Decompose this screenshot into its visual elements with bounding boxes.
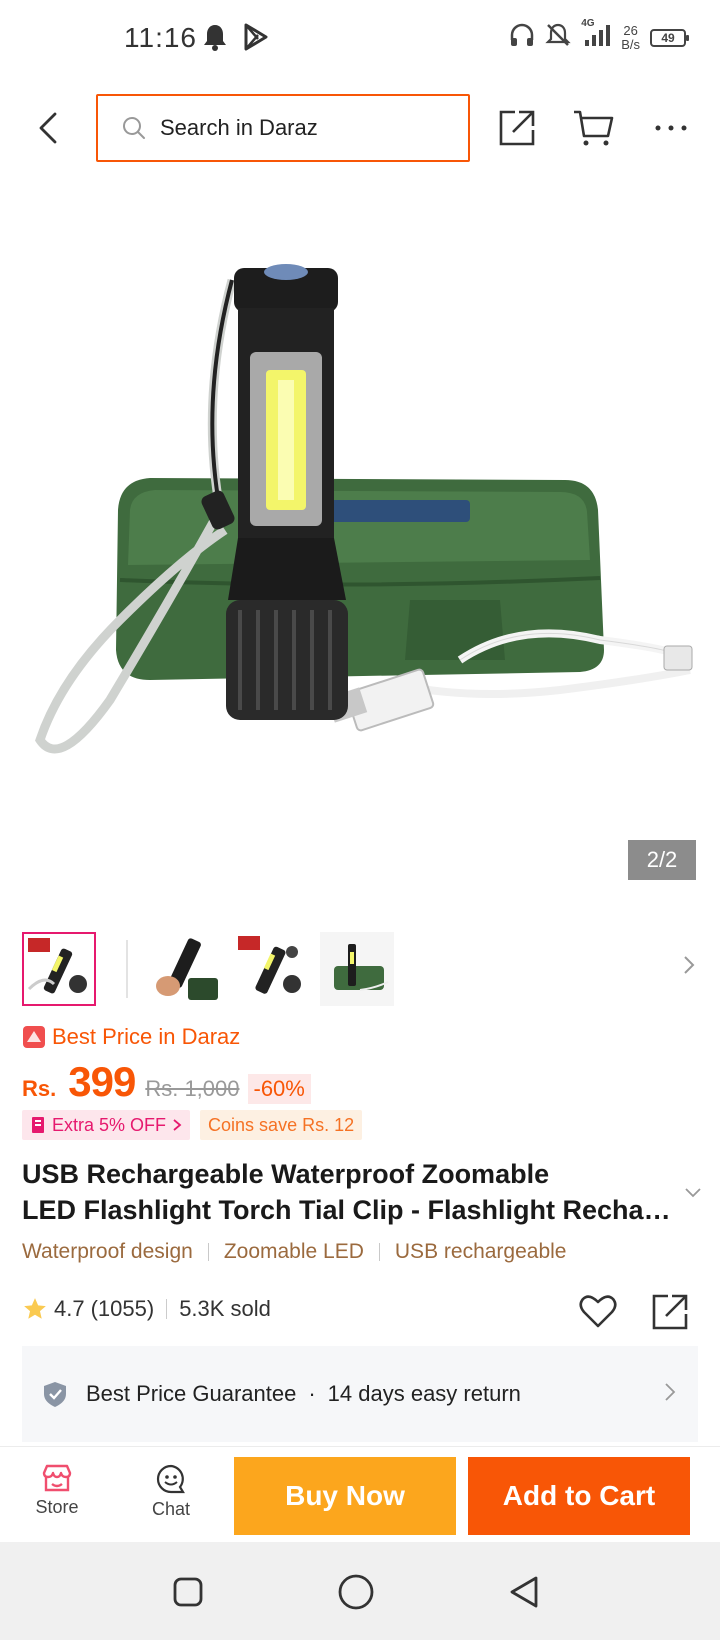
chat-label: Chat — [151, 1499, 191, 1519]
signal-icon: 4G — [581, 18, 611, 53]
search-input[interactable]: Search in Daraz — [96, 94, 470, 162]
sold-count: 5.3K sold — [179, 1296, 271, 1321]
more-icon — [655, 125, 687, 131]
search-placeholder: Search in Daraz — [160, 115, 318, 140]
square-icon — [173, 1577, 203, 1607]
best-price-text: Best Price in Daraz — [52, 1024, 241, 1049]
circle-icon — [338, 1574, 374, 1610]
voucher-icon — [32, 1117, 44, 1133]
guarantee-row[interactable]: Best Price Guarantee · 14 days easy retu… — [22, 1346, 698, 1442]
chevron-right-icon — [173, 1119, 182, 1131]
feature-tag: Zoomable LED — [223, 1240, 364, 1263]
bell-icon — [202, 22, 228, 57]
heart-icon — [579, 1295, 617, 1328]
system-nav-bar — [0, 1542, 720, 1640]
back-button[interactable] — [30, 106, 66, 150]
extra-off-text: Extra 5% OFF — [52, 1114, 167, 1135]
back-icon — [39, 112, 57, 144]
feature-tag: Waterproof design — [22, 1240, 193, 1263]
rating-separator — [166, 1299, 168, 1319]
thumbnail-1[interactable] — [22, 932, 96, 1006]
network-speed: 26 B/s — [621, 22, 640, 52]
buy-now-button[interactable]: Buy Now — [234, 1457, 456, 1535]
guarantee-separator: · — [308, 1381, 316, 1406]
home-button[interactable] — [336, 1572, 376, 1612]
rating-value: 4.7 — [54, 1296, 85, 1321]
mute-icon — [545, 22, 571, 53]
feature-separator — [207, 1243, 209, 1261]
currency-label: Rs. — [22, 1076, 57, 1101]
more-button[interactable] — [648, 106, 694, 150]
product-title: USB Rechargeable Waterproof Zoomable LED… — [22, 1156, 672, 1228]
header-bar: Search in Daraz — [0, 92, 720, 164]
cart-icon — [574, 110, 614, 146]
share-button[interactable] — [494, 106, 540, 150]
product-image — [35, 264, 693, 754]
wishlist-button[interactable] — [578, 1292, 618, 1335]
play-store-icon — [242, 22, 270, 57]
chat-icon — [156, 1464, 185, 1494]
coins-save-badge: Coins save Rs. 12 — [200, 1110, 363, 1140]
thumbnail-strip — [22, 930, 702, 1010]
price-row: Rs. 399 Rs. 1,000 -60% — [22, 1058, 311, 1106]
current-price: 399 — [68, 1058, 136, 1105]
discount-badge: -60% — [247, 1074, 311, 1104]
store-icon — [42, 1464, 72, 1492]
thumbnail-image — [320, 932, 394, 1006]
feature-tags: Waterproof design Zoomable LED USB recha… — [22, 1240, 567, 1264]
status-bar: 11:16 4G 26 B/s 49 — [0, 0, 720, 80]
rating-row[interactable]: 4.7 (1055) 5.3K sold — [22, 1296, 271, 1322]
search-icon — [123, 117, 145, 139]
coins-save-text: Coins save Rs. 12 — [208, 1114, 355, 1135]
cart-button[interactable] — [570, 106, 616, 150]
extra-off-voucher[interactable]: Extra 5% OFF — [22, 1110, 191, 1140]
title-expand-button[interactable] — [684, 1186, 702, 1204]
review-count: (1055) — [90, 1296, 155, 1321]
add-to-cart-button[interactable]: Add to Cart — [468, 1457, 690, 1535]
thumbnail-next-button[interactable] — [682, 954, 696, 981]
image-counter: 2/2 — [628, 840, 696, 880]
chevron-down-icon — [685, 1188, 701, 1198]
store-tab[interactable]: Store — [22, 1463, 92, 1518]
guarantee-text-2: 14 days easy return — [327, 1381, 521, 1406]
share-icon — [652, 1294, 688, 1330]
best-price-badge: Best Price in Daraz — [22, 1024, 240, 1050]
store-label: Store — [35, 1497, 79, 1517]
headphones-icon — [509, 22, 535, 53]
triangle-back-icon — [510, 1576, 538, 1608]
promo-row: Extra 5% OFF Coins save Rs. 12 — [22, 1110, 363, 1140]
guarantee-text-1: Best Price Guarantee — [86, 1381, 297, 1406]
star-icon — [24, 1298, 46, 1319]
product-share-button[interactable] — [650, 1292, 690, 1337]
product-title-line-1: USB Rechargeable Waterproof Zoomable — [22, 1159, 550, 1189]
thumbnail-2[interactable] — [148, 932, 222, 1006]
product-image-gallery[interactable]: 2/2 — [0, 180, 720, 900]
thumbnail-image — [148, 932, 222, 1006]
battery-icon: 49 — [650, 28, 689, 47]
back-nav-button[interactable] — [504, 1572, 544, 1612]
shield-check-icon — [44, 1382, 66, 1407]
thumbnail-image — [234, 932, 308, 1006]
share-icon — [499, 110, 535, 146]
thumbnail-3[interactable] — [234, 932, 308, 1006]
original-price: Rs. 1,000 — [145, 1076, 240, 1101]
thumbnail-4[interactable] — [320, 932, 394, 1006]
thumbnail-divider — [126, 940, 128, 998]
recents-button[interactable] — [168, 1572, 208, 1612]
chat-tab[interactable]: Chat — [136, 1463, 206, 1520]
status-time: 11:16 — [124, 22, 197, 53]
network-type: 4G — [581, 18, 595, 29]
best-price-icon — [23, 1026, 45, 1048]
feature-tag: USB rechargeable — [394, 1240, 567, 1263]
chevron-right-icon — [684, 956, 695, 974]
thumbnail-image — [24, 934, 94, 1004]
product-title-line-2: LED Flashlight Torch Tial Clip - Flashli… — [22, 1195, 672, 1225]
feature-separator — [378, 1243, 380, 1261]
chevron-right-icon — [665, 1383, 676, 1401]
bottom-action-bar: Store Chat Buy Now Add to Cart — [0, 1446, 720, 1542]
